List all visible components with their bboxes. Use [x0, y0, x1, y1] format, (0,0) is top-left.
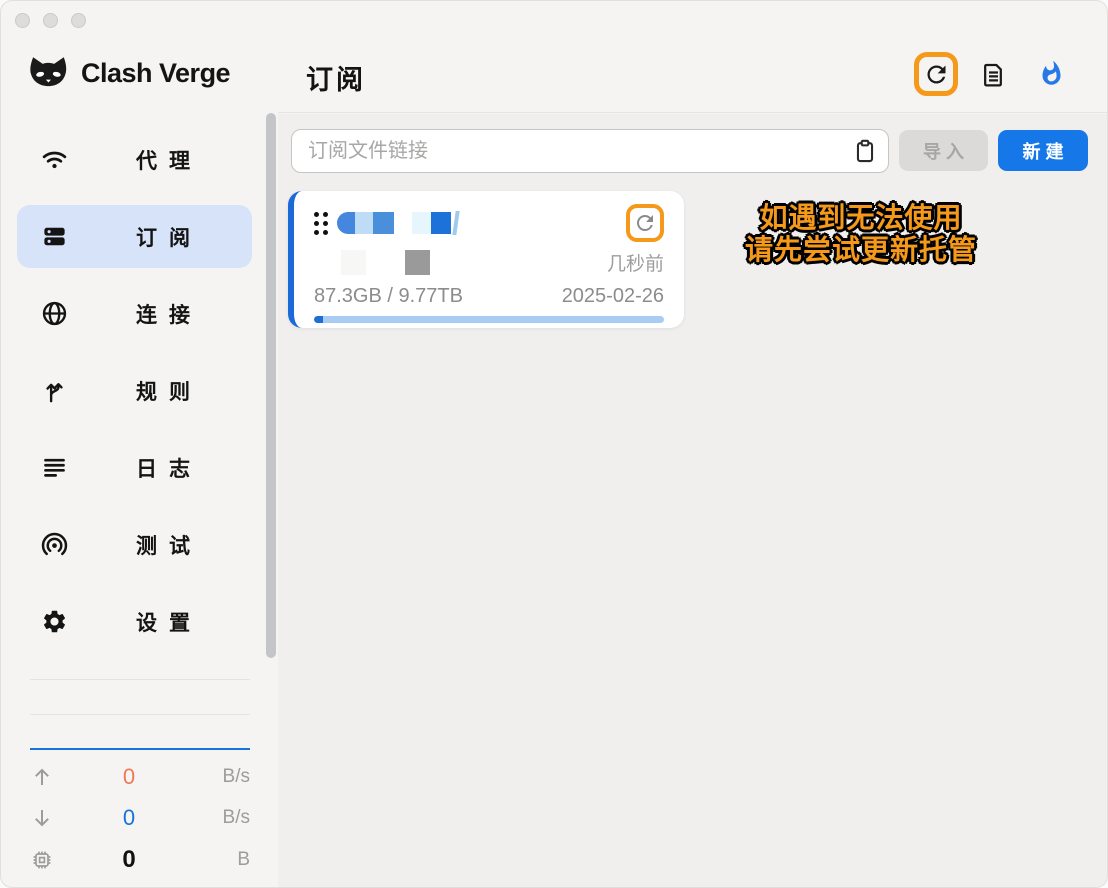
memory-unit: B [204, 849, 250, 871]
download-speed-value: 0 [54, 805, 204, 831]
profile-card-header [314, 203, 664, 243]
annotation-line-1: 如遇到无法使用 [651, 202, 1071, 234]
sidebar-item-settings[interactable]: 设置 [17, 590, 252, 653]
arrow-up-icon [30, 765, 54, 789]
view-config-button[interactable] [980, 61, 1007, 88]
sidebar-divider [30, 714, 250, 715]
arrow-down-icon [30, 806, 54, 830]
flame-icon [1038, 60, 1065, 87]
memory-stat-row: 0 B [30, 839, 250, 880]
subscription-toolbar: 导入 新建 [291, 129, 1088, 173]
sidebar-item-subscription[interactable]: 订阅 [17, 205, 252, 268]
subscription-url-input[interactable] [291, 129, 889, 173]
download-stat-row: 0 B/s [30, 797, 250, 838]
sidebar-nav: 代理 订阅 [17, 128, 252, 653]
sidebar-item-logs[interactable]: 日志 [17, 436, 252, 499]
sidebar: Clash Verge 代理 [1, 1, 278, 887]
profile-name-redacted [337, 212, 458, 234]
upload-speed-value: 0 [54, 764, 204, 790]
annotation-line-2: 请先尝试更新托管 [651, 234, 1071, 266]
profile-card-meta: 几秒前 [314, 249, 664, 276]
sidebar-item-label: 日志 [136, 453, 202, 483]
upload-stat-row: 0 B/s [30, 756, 250, 797]
drag-handle-icon[interactable] [314, 212, 328, 235]
app-title: Clash Verge [81, 58, 230, 89]
profile-expire-date: 2025-02-26 [562, 285, 664, 308]
cat-logo-icon [27, 53, 69, 93]
upload-speed-unit: B/s [204, 766, 250, 788]
chip-icon [30, 848, 54, 872]
core-status-button[interactable] [1038, 60, 1065, 87]
redacted-block [405, 250, 430, 275]
subscription-list-icon [41, 223, 68, 250]
document-icon [980, 61, 1007, 88]
paste-from-clipboard-button[interactable] [851, 137, 879, 165]
subscription-content: 导入 新建 [278, 114, 1107, 887]
refresh-all-button[interactable] [923, 61, 950, 88]
sidebar-item-connections[interactable]: 连接 [17, 282, 252, 345]
app-logo: Clash Verge [27, 53, 230, 93]
refresh-icon [923, 61, 950, 88]
sidebar-item-label: 规则 [136, 376, 202, 406]
sidebar-item-label: 代理 [136, 145, 202, 175]
profile-usage-text: 87.3GB / 9.77TB [314, 285, 463, 308]
clipboard-icon [852, 138, 878, 164]
main-panel: 订阅 [278, 1, 1107, 887]
gear-icon [41, 608, 68, 635]
traffic-sparkline [30, 748, 250, 750]
new-button[interactable]: 新建 [998, 130, 1088, 171]
sidebar-item-rules[interactable]: 规则 [17, 359, 252, 422]
page-header: 订阅 [278, 1, 1107, 113]
app-window: Clash Verge 代理 [0, 0, 1108, 888]
usage-progress-bar [314, 316, 664, 323]
profile-card[interactable]: 几秒前 87.3GB / 9.77TB 2025-02-26 [288, 191, 684, 328]
sidebar-item-test[interactable]: 测试 [17, 513, 252, 576]
sidebar-item-proxy[interactable]: 代理 [17, 128, 252, 191]
fork-arrow-icon [41, 377, 68, 404]
usage-progress-fill [314, 316, 323, 323]
annotation-tip-text: 如遇到无法使用 请先尝试更新托管 [651, 202, 1071, 266]
annotation-highlight-box [914, 52, 958, 96]
sidebar-item-label: 测试 [136, 530, 202, 560]
sidebar-divider [30, 679, 250, 680]
redacted-block [341, 250, 366, 275]
sidebar-item-label: 订阅 [136, 222, 202, 252]
profile-card-usage-row: 87.3GB / 9.77TB 2025-02-26 [314, 285, 664, 308]
radar-icon [41, 531, 68, 558]
download-speed-unit: B/s [204, 807, 250, 829]
sidebar-scrollbar[interactable] [266, 113, 276, 658]
sidebar-item-label: 连接 [136, 299, 202, 329]
sidebar-item-label: 设置 [136, 607, 202, 637]
url-input-wrap [291, 129, 889, 173]
log-lines-icon [41, 454, 68, 481]
globe-icon [41, 300, 68, 327]
page-title: 订阅 [306, 58, 366, 97]
wifi-icon [41, 146, 68, 173]
import-button[interactable]: 导入 [899, 130, 988, 171]
memory-value: 0 [54, 846, 204, 874]
